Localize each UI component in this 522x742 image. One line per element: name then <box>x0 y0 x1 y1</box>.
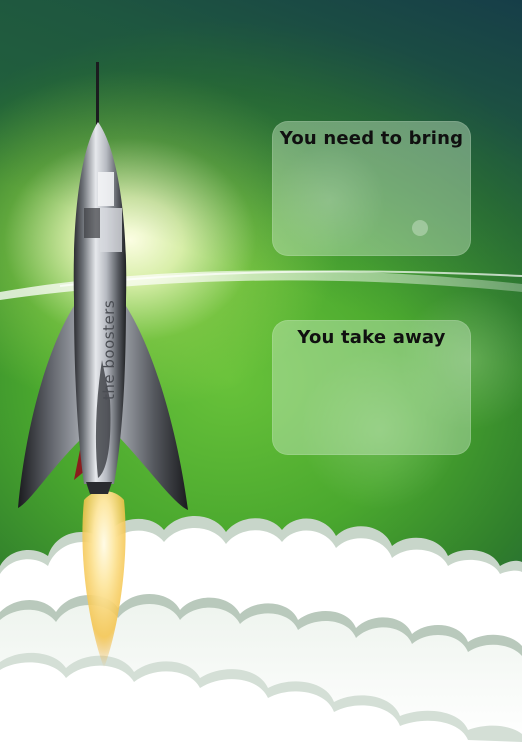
rocket-illustration: the boosters <box>18 62 188 668</box>
rocket-antenna <box>96 62 99 126</box>
booster-poster: You need to bring You take away the boos… <box>0 0 522 742</box>
rocket-label: the boosters <box>100 300 118 400</box>
rocket-exhaust-flame <box>82 491 126 668</box>
rocket-right-fin <box>120 300 188 510</box>
rocket-left-fin <box>18 300 80 508</box>
